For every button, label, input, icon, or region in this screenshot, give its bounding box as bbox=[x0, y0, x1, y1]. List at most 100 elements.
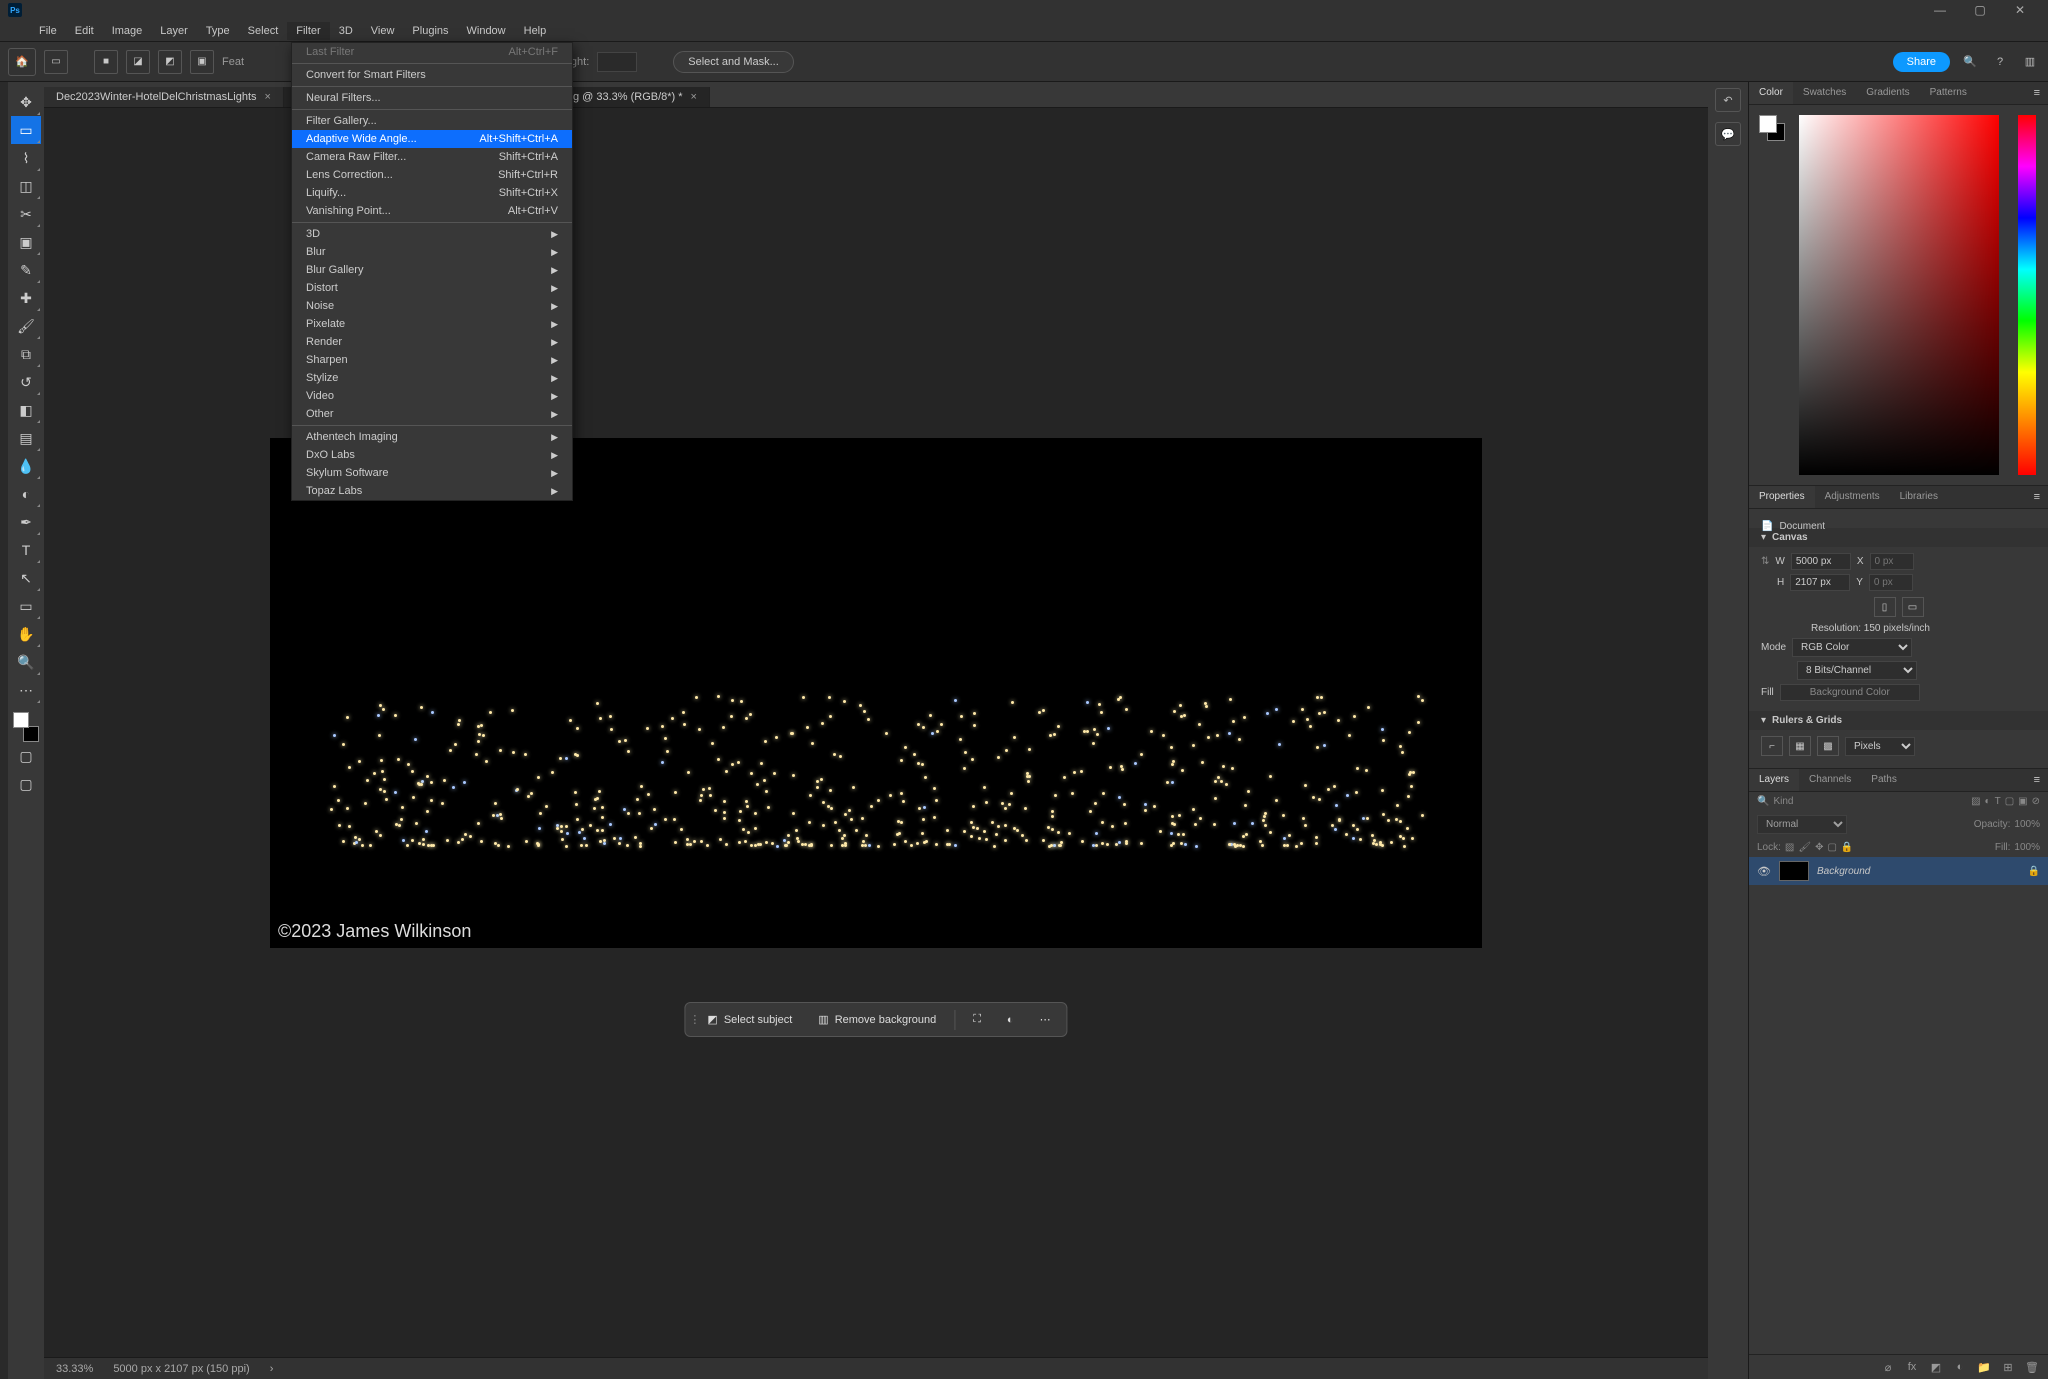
screen-mode-icon[interactable]: ▢ bbox=[11, 770, 41, 798]
menu-filter[interactable]: Filter bbox=[287, 22, 329, 40]
menu-item-athentech-imaging[interactable]: Athentech Imaging▶ bbox=[292, 428, 572, 446]
tab-channels[interactable]: Channels bbox=[1799, 769, 1861, 791]
lock-icon[interactable]: 🔒 bbox=[2028, 866, 2040, 877]
window-close-button[interactable]: ✕ bbox=[2000, 0, 2040, 20]
stamp-tool[interactable]: ⧉ bbox=[11, 340, 41, 368]
adjustment-icon[interactable]: ◐ bbox=[995, 1008, 1026, 1032]
menu-item-lens-correction[interactable]: Lens Correction...Shift+Ctrl+R bbox=[292, 166, 572, 184]
hand-tool[interactable]: ✋ bbox=[11, 620, 41, 648]
panel-menu-icon[interactable]: ≡ bbox=[2026, 486, 2048, 508]
menu-image[interactable]: Image bbox=[103, 22, 152, 40]
lock-pos-icon[interactable]: ✥ bbox=[1815, 842, 1823, 853]
units-select[interactable]: Pixels bbox=[1845, 737, 1915, 756]
landscape-icon[interactable]: ▭ bbox=[1902, 597, 1924, 617]
menu-select[interactable]: Select bbox=[239, 22, 288, 40]
menu-type[interactable]: Type bbox=[197, 22, 239, 40]
filter-smart-icon[interactable]: ▣ bbox=[2018, 796, 2027, 807]
mask-icon[interactable]: ◩ bbox=[1928, 1359, 1944, 1375]
menu-item-distort[interactable]: Distort▶ bbox=[292, 279, 572, 297]
opacity-value[interactable]: 100% bbox=[2014, 819, 2040, 830]
menu-item-stylize[interactable]: Stylize▶ bbox=[292, 369, 572, 387]
tab-patterns[interactable]: Patterns bbox=[1920, 82, 1977, 104]
filter-toggle-icon[interactable]: ⊘ bbox=[2032, 796, 2040, 807]
guides-icon[interactable]: ▩ bbox=[1817, 736, 1839, 756]
y-value[interactable] bbox=[1869, 574, 1913, 591]
transform-icon[interactable]: ⛶ bbox=[961, 1007, 993, 1032]
crop-tool[interactable]: ✂ bbox=[11, 200, 41, 228]
layer-thumbnail[interactable] bbox=[1779, 861, 1809, 881]
visibility-icon[interactable]: 👁 bbox=[1757, 865, 1771, 878]
subtract-selection-icon[interactable]: ◩ bbox=[158, 50, 182, 74]
color-swatch[interactable] bbox=[1759, 115, 1785, 141]
remove-background-button[interactable]: ▥ Remove background bbox=[806, 1007, 948, 1032]
history-brush-tool[interactable]: ↺ bbox=[11, 368, 41, 396]
filter-adjust-icon[interactable]: ◐ bbox=[1985, 796, 1991, 807]
window-minimize-button[interactable]: — bbox=[1920, 0, 1960, 20]
menu-plugins[interactable]: Plugins bbox=[403, 22, 457, 40]
menu-item-pixelate[interactable]: Pixelate▶ bbox=[292, 315, 572, 333]
share-button[interactable]: Share bbox=[1893, 52, 1950, 72]
fill-opacity-value[interactable]: 100% bbox=[2014, 842, 2040, 853]
menu-layer[interactable]: Layer bbox=[151, 22, 197, 40]
eraser-tool[interactable]: ◧ bbox=[11, 396, 41, 424]
menu-3d[interactable]: 3D bbox=[330, 22, 362, 40]
document-canvas[interactable]: ©2023 James Wilkinson bbox=[270, 438, 1482, 948]
menu-item-vanishing-point[interactable]: Vanishing Point...Alt+Ctrl+V bbox=[292, 202, 572, 220]
menu-help[interactable]: Help bbox=[515, 22, 556, 40]
menu-item-dxo-labs[interactable]: DxO Labs▶ bbox=[292, 446, 572, 464]
type-tool[interactable]: T bbox=[11, 536, 41, 564]
fx-icon[interactable]: fx bbox=[1904, 1359, 1920, 1375]
layer-row-background[interactable]: 👁 Background 🔒 bbox=[1749, 857, 2048, 885]
menu-item-other[interactable]: Other▶ bbox=[292, 405, 572, 423]
menu-item-adaptive-wide-angle[interactable]: Adaptive Wide Angle...Alt+Shift+Ctrl+A bbox=[292, 130, 572, 148]
gradient-tool[interactable]: ▤ bbox=[11, 424, 41, 452]
menu-view[interactable]: View bbox=[362, 22, 404, 40]
status-caret-icon[interactable]: › bbox=[270, 1363, 274, 1375]
intersect-selection-icon[interactable]: ▣ bbox=[190, 50, 214, 74]
panel-menu-icon[interactable]: ≡ bbox=[2026, 82, 2048, 104]
tab-properties[interactable]: Properties bbox=[1749, 486, 1815, 508]
group-icon[interactable]: 📁 bbox=[1976, 1359, 1992, 1375]
path-select-tool[interactable]: ↖ bbox=[11, 564, 41, 592]
filter-pixel-icon[interactable]: ▨ bbox=[1971, 796, 1980, 807]
color-field[interactable] bbox=[1799, 115, 1999, 475]
document-tab[interactable]: Dec2023Winter-HotelDelChristmasLights× bbox=[44, 87, 284, 107]
menu-item-render[interactable]: Render▶ bbox=[292, 333, 572, 351]
zoom-level[interactable]: 33.33% bbox=[56, 1363, 93, 1375]
pen-tool[interactable]: ✒ bbox=[11, 508, 41, 536]
move-tool[interactable]: ✥ bbox=[11, 88, 41, 116]
tab-layers[interactable]: Layers bbox=[1749, 769, 1799, 791]
tab-color[interactable]: Color bbox=[1749, 82, 1793, 104]
color-mode-select[interactable]: RGB Color bbox=[1792, 638, 1912, 657]
collapse-icon[interactable]: ▾ bbox=[1761, 532, 1766, 543]
tab-swatches[interactable]: Swatches bbox=[1793, 82, 1856, 104]
brush-tool[interactable]: 🖌 bbox=[11, 312, 41, 340]
menu-item-filter-gallery[interactable]: Filter Gallery... bbox=[292, 112, 572, 130]
menu-item-video[interactable]: Video▶ bbox=[292, 387, 572, 405]
link-layers-icon[interactable]: ⌀ bbox=[1880, 1359, 1896, 1375]
menu-item-sharpen[interactable]: Sharpen▶ bbox=[292, 351, 572, 369]
bit-depth-select[interactable]: 8 Bits/Channel bbox=[1797, 661, 1917, 680]
menu-item-3d[interactable]: 3D▶ bbox=[292, 225, 572, 243]
select-and-mask-button[interactable]: Select and Mask... bbox=[673, 51, 794, 73]
lasso-tool[interactable]: ⌇ bbox=[11, 144, 41, 172]
hue-strip[interactable] bbox=[2018, 115, 2036, 475]
frame-tool[interactable]: ▣ bbox=[11, 228, 41, 256]
quick-mask-icon[interactable]: ▢ bbox=[11, 742, 41, 770]
lock-nest-icon[interactable]: ▢ bbox=[1827, 842, 1836, 853]
fg-swatch[interactable] bbox=[13, 712, 29, 728]
menu-item-neural-filters[interactable]: Neural Filters... bbox=[292, 89, 572, 107]
tab-paths[interactable]: Paths bbox=[1861, 769, 1907, 791]
menu-window[interactable]: Window bbox=[458, 22, 515, 40]
lock-all-icon[interactable]: 🔒 bbox=[1841, 842, 1853, 853]
adjustment-layer-icon[interactable]: ◐ bbox=[1952, 1359, 1968, 1375]
foreground-color-swatch[interactable] bbox=[1759, 115, 1777, 133]
x-value[interactable] bbox=[1870, 553, 1914, 570]
delete-layer-icon[interactable]: 🗑 bbox=[2024, 1359, 2040, 1375]
menu-item-liquify[interactable]: Liquify...Shift+Ctrl+X bbox=[292, 184, 572, 202]
dodge-tool[interactable]: ◐ bbox=[11, 480, 41, 508]
collapse-icon[interactable]: ▾ bbox=[1761, 715, 1766, 726]
blend-mode-select[interactable]: Normal bbox=[1757, 815, 1847, 834]
height-value[interactable] bbox=[1790, 574, 1850, 591]
menu-item-topaz-labs[interactable]: Topaz Labs▶ bbox=[292, 482, 572, 500]
